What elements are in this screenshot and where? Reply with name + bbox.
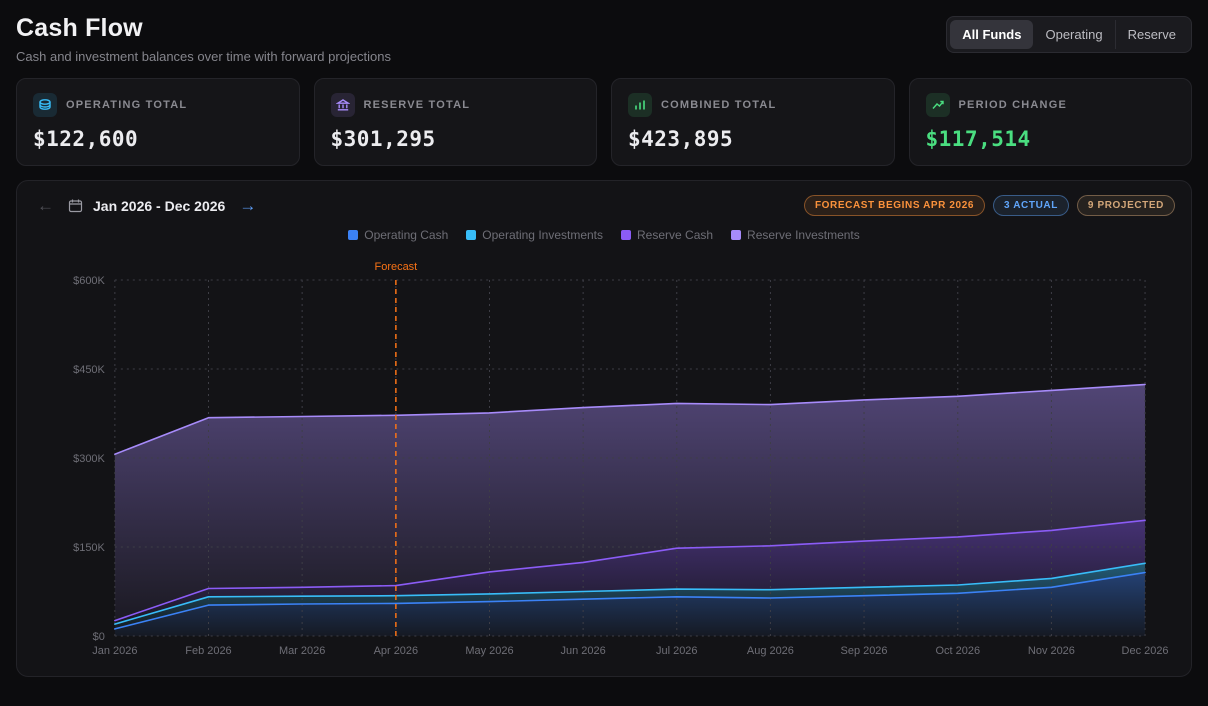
legend-item-reserve-investments[interactable]: Reserve Investments — [731, 228, 860, 242]
next-period-button[interactable]: → — [235, 195, 260, 216]
legend-swatch — [731, 230, 741, 240]
stat-card-operating-total: OPERATING TOTAL $122,600 — [16, 78, 300, 166]
badge-forecast-begins-apr-2026: FORECAST BEGINS APR 2026 — [804, 195, 985, 216]
forecast-label: Forecast — [375, 261, 418, 273]
legend-swatch — [466, 230, 476, 240]
y-tick-label: $150K — [73, 542, 105, 554]
x-tick-label: Oct 2026 — [936, 645, 981, 657]
previous-period-button[interactable]: ← — [33, 195, 58, 216]
stat-card-combined-total: COMBINED TOTAL $423,895 — [611, 78, 895, 166]
bar-chart-icon — [628, 93, 652, 117]
legend-label: Operating Cash — [364, 228, 448, 242]
funds-segmented-control: All FundsOperatingReserve — [946, 16, 1192, 53]
badge-3-actual: 3 ACTUAL — [993, 195, 1069, 216]
tab-operating[interactable]: Operating — [1033, 20, 1114, 49]
page-subtitle: Cash and investment balances over time w… — [16, 49, 391, 64]
title-block: Cash Flow Cash and investment balances o… — [16, 14, 391, 64]
tab-all-funds[interactable]: All Funds — [950, 20, 1033, 49]
legend-label: Reserve Cash — [637, 228, 713, 242]
tab-reserve[interactable]: Reserve — [1115, 20, 1188, 49]
legend-label: Operating Investments — [482, 228, 603, 242]
badge-9-projected: 9 PROJECTED — [1077, 195, 1175, 216]
x-axis-labels: Jan 2026 Feb 2026 Mar 2026 Apr 2026 May 2026… — [92, 645, 1168, 657]
card-header: OPERATING TOTAL — [33, 93, 283, 117]
x-tick-label: Nov 2026 — [1028, 645, 1075, 657]
trending-up-icon — [926, 93, 950, 117]
chart-legend: Operating Cash Operating Investments Reser… — [33, 228, 1175, 242]
x-tick-label: Feb 2026 — [185, 645, 231, 657]
x-tick-label: Dec 2026 — [1122, 645, 1169, 657]
legend-swatch — [621, 230, 631, 240]
legend-item-operating-cash[interactable]: Operating Cash — [348, 228, 448, 242]
x-tick-label: Jul 2026 — [656, 645, 697, 657]
topbar: Cash Flow Cash and investment balances o… — [0, 0, 1208, 64]
card-value: $122,600 — [33, 127, 283, 151]
legend-item-operating-investments[interactable]: Operating Investments — [466, 228, 603, 242]
x-tick-label: Apr 2026 — [374, 645, 419, 657]
stat-card-reserve-total: RESERVE TOTAL $301,295 — [314, 78, 598, 166]
card-label: COMBINED TOTAL — [661, 99, 776, 111]
card-value: $117,514 — [926, 127, 1176, 151]
coins-icon — [33, 93, 57, 117]
bank-icon — [331, 93, 355, 117]
cash-flow-chart-panel: ← Jan 2026 - Dec 2026 → FORECAST BEGINS … — [16, 180, 1192, 677]
card-value: $301,295 — [331, 127, 581, 151]
x-tick-label: Mar 2026 — [279, 645, 325, 657]
date-range-label: Jan 2026 - Dec 2026 — [93, 198, 225, 214]
legend-item-reserve-cash[interactable]: Reserve Cash — [621, 228, 713, 242]
card-header: RESERVE TOTAL — [331, 93, 581, 117]
calendar-icon — [68, 198, 83, 213]
x-tick-label: Jun 2026 — [561, 645, 606, 657]
legend-swatch — [348, 230, 358, 240]
y-tick-label: $600K — [73, 275, 105, 287]
y-tick-label: $300K — [73, 453, 105, 465]
stat-cards-row: OPERATING TOTAL $122,600 RESERVE TOTAL $… — [0, 64, 1208, 166]
page-title: Cash Flow — [16, 14, 391, 43]
x-tick-label: May 2026 — [465, 645, 513, 657]
card-label: RESERVE TOTAL — [364, 99, 471, 111]
cash-flow-stacked-area-chart[interactable]: Forecast $0 $150K $300K $450K $600K Jan 2026 Fe… — [33, 244, 1175, 668]
card-header: PERIOD CHANGE — [926, 93, 1176, 117]
y-tick-label: $0 — [93, 631, 105, 643]
card-header: COMBINED TOTAL — [628, 93, 878, 117]
card-label: PERIOD CHANGE — [959, 99, 1068, 111]
x-tick-label: Aug 2026 — [747, 645, 794, 657]
chart-badges: FORECAST BEGINS APR 2026 3 ACTUAL 9 PROJEC… — [804, 195, 1175, 216]
x-tick-label: Jan 2026 — [92, 645, 137, 657]
legend-label: Reserve Investments — [747, 228, 860, 242]
y-tick-label: $450K — [73, 364, 105, 376]
chart-panel-header: ← Jan 2026 - Dec 2026 → FORECAST BEGINS … — [33, 195, 1175, 216]
stat-card-period-change: PERIOD CHANGE $117,514 — [909, 78, 1193, 166]
card-value: $423,895 — [628, 127, 878, 151]
x-tick-label: Sep 2026 — [841, 645, 888, 657]
y-axis-labels: $0 $150K $300K $450K $600K — [73, 275, 105, 643]
card-label: OPERATING TOTAL — [66, 99, 187, 111]
